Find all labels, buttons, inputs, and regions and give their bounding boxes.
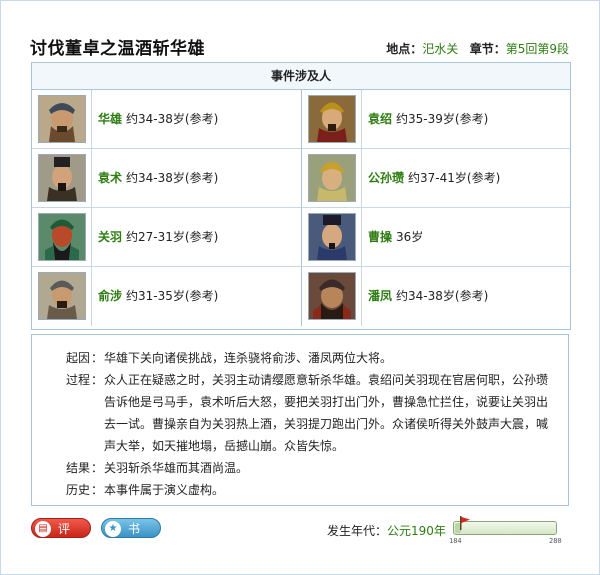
- person-cell: 曹操 36岁: [301, 208, 570, 267]
- cell-divider: [361, 267, 362, 326]
- process-label: 过程: [65, 373, 90, 387]
- person-name-link[interactable]: 袁绍: [368, 112, 392, 126]
- comment-button-label: 评论: [58, 522, 71, 556]
- person-name-link[interactable]: 潘凤: [368, 289, 392, 303]
- era-label: 发生年代：: [327, 524, 388, 538]
- person-age: 约34-38岁(参考): [126, 171, 219, 185]
- story-result-row: 结果： 关羽斩杀华雄而其酒尚温。: [48, 457, 552, 479]
- person-info: 公孙瓒 约37-41岁(参考): [368, 149, 500, 207]
- portrait-panfeng[interactable]: [308, 272, 356, 320]
- process-text: 众人正在疑惑之时，关羽主动请缨愿意斩杀华雄。袁绍问关羽现在官居何职，公孙瓒告诉他…: [104, 373, 549, 453]
- person-info: 曹操 36岁: [368, 208, 423, 266]
- flag-icon: [460, 516, 470, 530]
- person-age: 约34-38岁(参考): [396, 289, 489, 303]
- cell-divider: [361, 90, 362, 148]
- event-page: 讨伐董卓之温酒斩华雄 地点：汜水关 章节：第5回第9段 事件涉及人 华雄 约34-…: [0, 0, 600, 575]
- person-info: 袁绍 约35-39岁(参考): [368, 90, 488, 148]
- bookmark-button-label: 书签: [128, 522, 141, 556]
- cell-divider: [361, 208, 362, 266]
- history-label: 历史: [65, 483, 90, 497]
- person-cell: 袁术 约34-38岁(参考): [32, 149, 301, 208]
- people-panel-header: 事件涉及人: [32, 63, 570, 90]
- comment-button[interactable]: ▤ 评论: [31, 518, 91, 556]
- person-cell: 公孙瓒 约37-41岁(参考): [301, 149, 570, 208]
- portrait-gongsunzan[interactable]: [308, 154, 356, 202]
- person-age: 约34-38岁(参考): [126, 112, 219, 126]
- result-label: 结果: [65, 461, 90, 475]
- era-info: 发生年代：公元190年: [327, 522, 446, 539]
- timeline-max-label: 280: [549, 537, 562, 545]
- person-name-link[interactable]: 袁术: [98, 171, 122, 185]
- label-separator: ：: [90, 351, 103, 365]
- chapter-label: 章节：: [469, 42, 506, 56]
- person-age: 约37-41岁(参考): [408, 171, 501, 185]
- portrait-yuanshao[interactable]: [308, 95, 356, 143]
- story-history-row: 历史： 本事件属于演义虚构。: [48, 479, 552, 501]
- comment-icon: ▤: [35, 521, 51, 537]
- person-name-link[interactable]: 关羽: [98, 230, 122, 244]
- cause-label: 起因: [65, 351, 90, 365]
- person-info: 潘凤 约34-38岁(参考): [368, 267, 488, 325]
- person-cell: 袁绍 约35-39岁(参考): [301, 90, 570, 149]
- person-cell: 华雄 约34-38岁(参考): [32, 90, 301, 149]
- label-separator: ：: [90, 483, 103, 497]
- location-link[interactable]: 汜水关: [422, 42, 458, 56]
- person-age: 36岁: [396, 230, 424, 244]
- person-name-link[interactable]: 华雄: [98, 112, 122, 126]
- portrait-huaxiong[interactable]: [38, 95, 86, 143]
- bookmark-button[interactable]: ★ 书签: [101, 518, 161, 556]
- history-text: 本事件属于演义虚构。: [104, 483, 225, 497]
- story-process-row: 过程： 众人正在疑惑之时，关羽主动请缨愿意斩杀华雄。袁绍问关羽现在官居何职，公孙…: [48, 369, 552, 457]
- people-panel: 事件涉及人 华雄 约34-38岁(参考) 袁绍 约35-39岁(参考) 袁术 约…: [31, 62, 571, 330]
- story-panel: 起因： 华雄下关向诸侯挑战，连杀骁将俞涉、潘凤两位大将。 过程： 众人正在疑惑之…: [31, 334, 569, 506]
- person-info: 袁术 约34-38岁(参考): [98, 149, 218, 207]
- cell-divider: [91, 90, 92, 148]
- person-name-link[interactable]: 公孙瓒: [368, 171, 404, 185]
- person-cell: 关羽 约27-31岁(参考): [32, 208, 301, 267]
- result-text: 关羽斩杀华雄而其酒尚温。: [104, 461, 249, 475]
- person-cell: 俞涉 约31-35岁(参考): [32, 267, 301, 326]
- story-cause-row: 起因： 华雄下关向诸侯挑战，连杀骁将俞涉、潘凤两位大将。: [48, 347, 552, 369]
- portrait-guanyu[interactable]: [38, 213, 86, 261]
- bookmark-icon: ★: [105, 521, 121, 537]
- label-separator: ：: [90, 373, 103, 387]
- label-separator: ：: [90, 461, 103, 475]
- person-age: 约35-39岁(参考): [396, 112, 489, 126]
- person-name-link[interactable]: 俞涉: [98, 289, 122, 303]
- location-label: 地点：: [386, 42, 423, 56]
- portrait-yushe[interactable]: [38, 272, 86, 320]
- era-value: 公元190年: [387, 524, 446, 538]
- person-cell: 潘凤 约34-38岁(参考): [301, 267, 570, 326]
- portrait-yuanshu[interactable]: [38, 154, 86, 202]
- cell-divider: [91, 149, 92, 207]
- person-age: 约31-35岁(参考): [126, 289, 219, 303]
- person-info: 俞涉 约31-35岁(参考): [98, 267, 218, 325]
- page-title: 讨伐董卓之温酒斩华雄: [30, 39, 205, 59]
- chapter-link[interactable]: 第5回第9段: [506, 42, 569, 56]
- cell-divider: [91, 267, 92, 326]
- person-info: 华雄 约34-38岁(参考): [98, 90, 218, 148]
- event-meta: 地点：汜水关 章节：第5回第9段: [386, 40, 569, 57]
- timeline-min-label: 184: [449, 537, 462, 545]
- cause-text: 华雄下关向诸侯挑战，连杀骁将俞涉、潘凤两位大将。: [104, 351, 393, 365]
- portrait-caocao[interactable]: [308, 213, 356, 261]
- person-age: 约27-31岁(参考): [126, 230, 219, 244]
- person-name-link[interactable]: 曹操: [368, 230, 392, 244]
- person-info: 关羽 约27-31岁(参考): [98, 208, 218, 266]
- cell-divider: [361, 149, 362, 207]
- cell-divider: [91, 208, 92, 266]
